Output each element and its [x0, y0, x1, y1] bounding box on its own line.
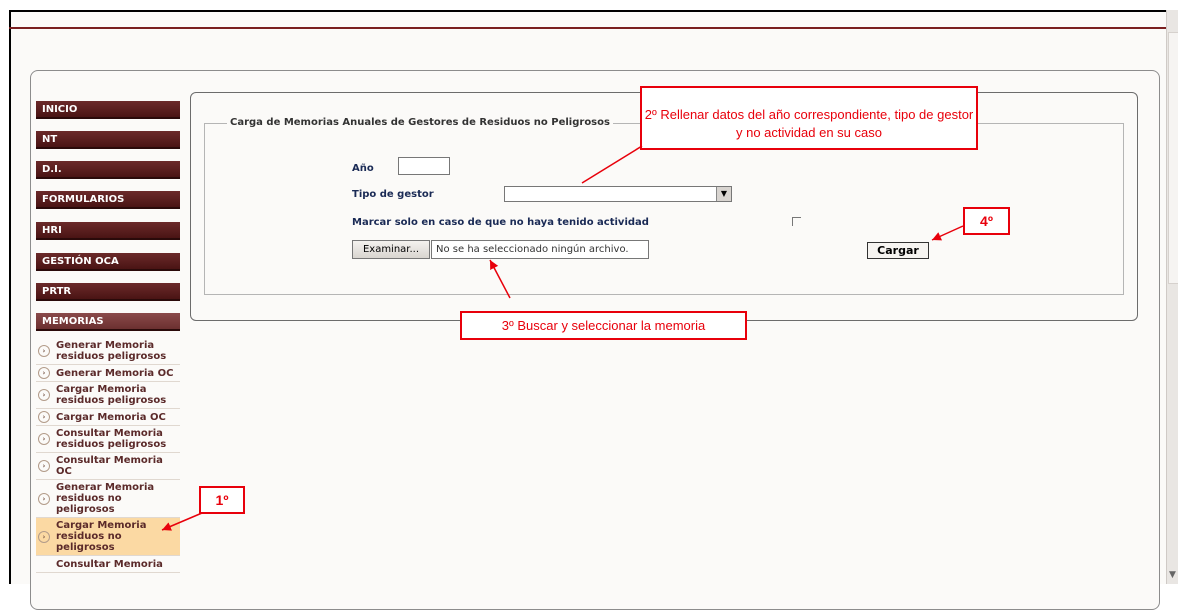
- arrow-step2: [581, 145, 643, 184]
- arrow-step3: [489, 259, 511, 299]
- arrow-step4: [931, 225, 964, 241]
- arrow-step1: [161, 512, 203, 531]
- annotation-arrows: [161, 145, 964, 531]
